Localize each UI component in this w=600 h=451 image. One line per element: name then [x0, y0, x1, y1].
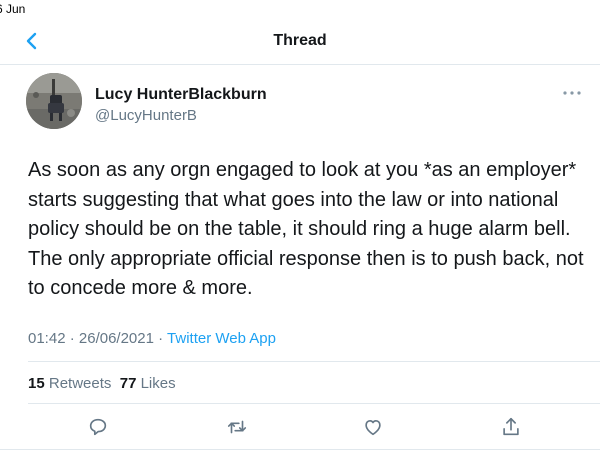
author-handle[interactable]: @LucyHunterB — [95, 107, 197, 124]
nav-divider — [0, 64, 600, 65]
avatar-image — [26, 73, 82, 129]
likes-count: 77 — [119, 375, 137, 392]
likes-stat[interactable]: 77 Likes — [120, 375, 176, 392]
share-icon — [503, 417, 519, 436]
tweet-text: As soon as any orgn engaged to look at y… — [28, 159, 584, 300]
retweets-count: 15 — [28, 375, 45, 392]
reply-icon — [89, 418, 107, 436]
reply-button[interactable] — [87, 416, 109, 438]
divider — [28, 403, 600, 404]
meta-separator: · — [65, 330, 79, 347]
tweet-date[interactable]: 26/06/2021 — [79, 330, 154, 347]
author-name[interactable]: Lucy HunterBlackburn — [95, 86, 267, 104]
more-options-button[interactable] — [562, 86, 582, 98]
tweet-metadata: 01:42 · 26/06/2021 · Twitter Web App — [28, 330, 276, 347]
engagement-stats: 15 Retweets 77 Likes — [28, 375, 176, 392]
status-bar-date: 6 Jun — [0, 2, 26, 16]
retweets-stat[interactable]: 15 Retweets — [28, 375, 111, 392]
retweets-label: Retweets — [48, 375, 112, 392]
retweet-icon — [227, 420, 247, 434]
meta-separator: · — [153, 330, 168, 347]
more-icon — [563, 91, 581, 95]
likes-label: Likes — [140, 375, 176, 392]
divider — [28, 361, 600, 362]
navigation-bar: Thread — [0, 18, 600, 65]
share-button[interactable] — [500, 416, 522, 438]
avatar[interactable] — [26, 73, 82, 129]
divider — [0, 449, 600, 450]
page-title: Thread — [273, 32, 327, 49]
tweet-time[interactable]: 01:42 — [28, 330, 66, 347]
heart-icon — [365, 419, 381, 436]
retweet-button[interactable] — [226, 416, 248, 438]
like-button[interactable] — [362, 416, 384, 438]
tweet-source-link[interactable]: Twitter Web App — [167, 330, 276, 347]
